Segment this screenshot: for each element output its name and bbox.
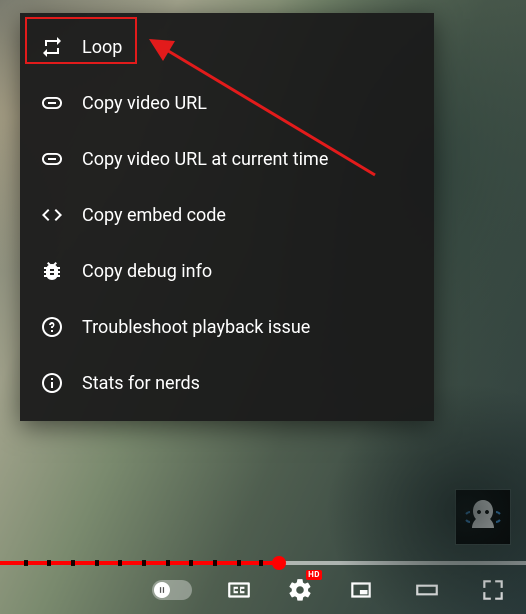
context-menu-item-copy-embed[interactable]: Copy embed code [20,187,434,243]
subtitles-button[interactable] [220,576,258,604]
context-menu-item-label: Copy embed code [82,205,226,226]
context-menu-item-stats[interactable]: Stats for nerds [20,355,434,411]
info-icon [40,371,64,395]
context-menu-item-label: Copy video URL [82,93,207,114]
loop-icon [40,35,64,59]
hd-badge: HD [306,570,322,580]
context-menu-item-troubleshoot[interactable]: Troubleshoot playback issue [20,299,434,355]
settings-button[interactable]: HD [286,576,314,604]
context-menu-item-label: Stats for nerds [82,373,200,394]
channel-watermark[interactable] [456,490,510,544]
context-menu-item-label: Copy debug info [82,261,212,282]
help-icon [40,315,64,339]
video-player-area: Loop Copy video URL Copy video URL at cu… [0,0,526,614]
cc-icon [226,577,252,603]
pause-icon [157,585,167,595]
link-icon [40,147,64,171]
miniplayer-icon [348,577,374,603]
context-menu-item-label: Loop [82,37,122,58]
context-menu-item-copy-url-time[interactable]: Copy video URL at current time [20,131,434,187]
context-menu-item-loop[interactable]: Loop [20,19,434,75]
face-silhouette-icon [460,494,506,540]
theater-icon [414,577,440,603]
context-menu-item-copy-url[interactable]: Copy video URL [20,75,434,131]
bug-icon [40,259,64,283]
context-menu-item-label: Copy video URL at current time [82,149,328,170]
autoplay-toggle[interactable] [152,580,192,600]
context-menu-item-copy-debug[interactable]: Copy debug info [20,243,434,299]
context-menu: Loop Copy video URL Copy video URL at cu… [20,13,434,421]
autoplay-knob [154,582,170,598]
fullscreen-button[interactable] [474,576,512,604]
embed-icon [40,203,64,227]
player-controls: HD [0,566,526,614]
miniplayer-button[interactable] [342,576,380,604]
context-menu-item-label: Troubleshoot playback issue [82,317,310,338]
gear-icon [287,577,313,603]
theater-button[interactable] [408,576,446,604]
fullscreen-icon [480,577,506,603]
link-icon [40,91,64,115]
